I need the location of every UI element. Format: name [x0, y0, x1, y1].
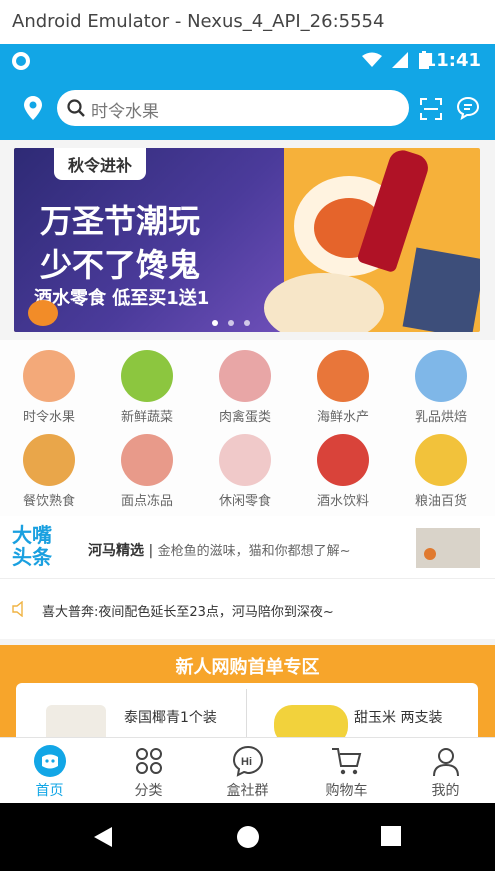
home-face-icon — [33, 745, 66, 777]
location-icon[interactable] — [24, 96, 42, 120]
category-item[interactable]: 新鲜蔬菜 — [98, 350, 196, 425]
corn-icon — [121, 350, 173, 402]
banner-dot — [212, 320, 218, 326]
recents-icon[interactable] — [380, 825, 402, 847]
svg-text:Hi: Hi — [241, 756, 252, 768]
search-placeholder: 时令水果 — [91, 102, 159, 122]
status-bar: 11:41 — [0, 44, 495, 78]
pumpkin-icon — [28, 300, 58, 326]
category-label: 面点冻品 — [120, 494, 173, 509]
clock: 11:41 — [423, 50, 481, 71]
banner-dot — [244, 320, 250, 326]
banner-snack-pack-image — [402, 247, 480, 332]
category-label: 酒水饮料 — [316, 494, 369, 509]
banner-subline: 酒水零食 低至买1送1 — [34, 288, 210, 309]
category-grid-icon — [135, 748, 162, 774]
category-item[interactable]: 酒水饮料 — [294, 434, 392, 509]
category-label: 新鲜蔬菜 — [120, 410, 173, 425]
news-title: 河马精选 | 金枪鱼的滋味，猫和你都想了解~ — [88, 540, 351, 560]
tab-cart[interactable]: 购物车 — [297, 738, 396, 804]
liquor-icon — [317, 434, 369, 486]
category-label: 海鲜水产 — [316, 410, 369, 425]
news-separator: | — [148, 543, 154, 559]
fries-icon — [219, 434, 271, 486]
news-tag: 河马精选 — [88, 543, 144, 559]
category-item[interactable]: 乳品烘焙 — [392, 350, 490, 425]
category-grid: 时令水果 新鲜蔬菜 肉禽蛋类 海鲜水产 乳品烘焙 餐饮熟食 面点冻品 休闲零食 … — [0, 340, 495, 516]
promo-banner[interactable]: 秋令进补 万圣节潮玩 少不了馋鬼 酒水零食 低至买1送1 — [14, 148, 480, 332]
crab-icon — [317, 350, 369, 402]
window-title: Android Emulator - Nexus_4_API_26:5554 — [0, 0, 495, 44]
banner-page-indicator — [212, 320, 250, 326]
banner-tag: 秋令进补 — [54, 148, 147, 180]
tab-home[interactable]: 首页 — [0, 738, 99, 804]
notice-bar[interactable]: 喜大普奔:夜间配色延长至23点，河马陪你到深夜~ — [0, 578, 495, 639]
hi-bubble-icon: Hi — [232, 745, 263, 777]
category-item[interactable]: 餐饮熟食 — [0, 434, 98, 509]
promo-divider — [246, 689, 247, 739]
status-icons — [362, 51, 430, 69]
banner-dot — [228, 320, 234, 326]
category-label: 时令水果 — [22, 410, 75, 425]
category-item[interactable]: 肉禽蛋类 — [196, 350, 294, 425]
back-icon[interactable] — [92, 825, 114, 849]
category-label: 餐饮熟食 — [22, 494, 75, 509]
scan-icon[interactable] — [420, 98, 442, 120]
promo-item-name[interactable]: 泰国椰青1个装 — [124, 707, 217, 727]
home-icon[interactable] — [236, 825, 260, 849]
brand-line-1: 大嘴 — [12, 523, 52, 547]
tab-label: 首页 — [35, 783, 64, 799]
news-text: 金枪鱼的滋味，猫和你都想了解~ — [157, 544, 351, 559]
melon-icon — [23, 350, 75, 402]
wifi-icon — [362, 52, 382, 67]
signal-icon — [392, 52, 408, 68]
tab-community[interactable]: Hi 盒社群 — [198, 738, 297, 804]
category-label: 肉禽蛋类 — [218, 410, 271, 425]
banner-snack-plate-image — [264, 273, 384, 332]
new-user-promo: 新人网购首单专区 泰国椰青1个装 甜玉米 两支装 — [0, 645, 495, 745]
banner-headline-1: 万圣节潮玩 — [40, 202, 201, 240]
category-item[interactable]: 面点冻品 — [98, 434, 196, 509]
oil-icon — [415, 434, 467, 486]
tab-category[interactable]: 分类 — [99, 738, 198, 804]
tab-label: 盒社群 — [226, 783, 269, 799]
speaker-icon — [12, 601, 23, 617]
tab-label: 我的 — [431, 783, 460, 799]
emulator-status-icon — [12, 52, 30, 70]
banner-headline-2: 少不了馋鬼 — [40, 246, 201, 284]
category-item[interactable]: 粮油百货 — [392, 434, 490, 509]
dumpling-icon — [121, 434, 173, 486]
category-label: 乳品烘焙 — [414, 410, 467, 425]
cart-icon — [331, 748, 361, 775]
brand-line-2: 头条 — [12, 545, 52, 569]
news-thumbnail — [416, 528, 480, 568]
promo-header: 新人网购首单专区 — [175, 657, 320, 678]
person-icon — [432, 748, 459, 777]
tab-label: 购物车 — [325, 783, 368, 799]
category-label: 粮油百货 — [414, 494, 467, 509]
message-icon[interactable] — [456, 96, 480, 120]
milk-icon — [415, 350, 467, 402]
bottom-tab-bar: 首页 分类 Hi 盒社群 购物车 我的 — [0, 737, 495, 804]
promo-item-name[interactable]: 甜玉米 两支装 — [354, 707, 442, 727]
system-nav-bar — [0, 803, 495, 871]
search-icon — [67, 99, 85, 117]
news-brand-logo: 大嘴 头条 — [12, 524, 52, 568]
promo-card: 泰国椰青1个装 甜玉米 两支装 — [16, 683, 478, 745]
category-item[interactable]: 海鲜水产 — [294, 350, 392, 425]
category-item[interactable]: 休闲零食 — [196, 434, 294, 509]
notice-text: 喜大普奔:夜间配色延长至23点，河马陪你到深夜~ — [42, 605, 334, 620]
tab-mine[interactable]: 我的 — [396, 738, 495, 804]
meat-icon — [219, 350, 271, 402]
headline-news[interactable]: 大嘴 头条 河马精选 | 金枪鱼的滋味，猫和你都想了解~ — [0, 516, 495, 578]
category-item[interactable]: 时令水果 — [0, 350, 98, 425]
app-header: 时令水果 — [0, 78, 495, 140]
fried-food-icon — [23, 434, 75, 486]
search-input[interactable]: 时令水果 — [57, 90, 409, 126]
tab-label: 分类 — [134, 783, 163, 799]
category-label: 休闲零食 — [218, 494, 271, 509]
